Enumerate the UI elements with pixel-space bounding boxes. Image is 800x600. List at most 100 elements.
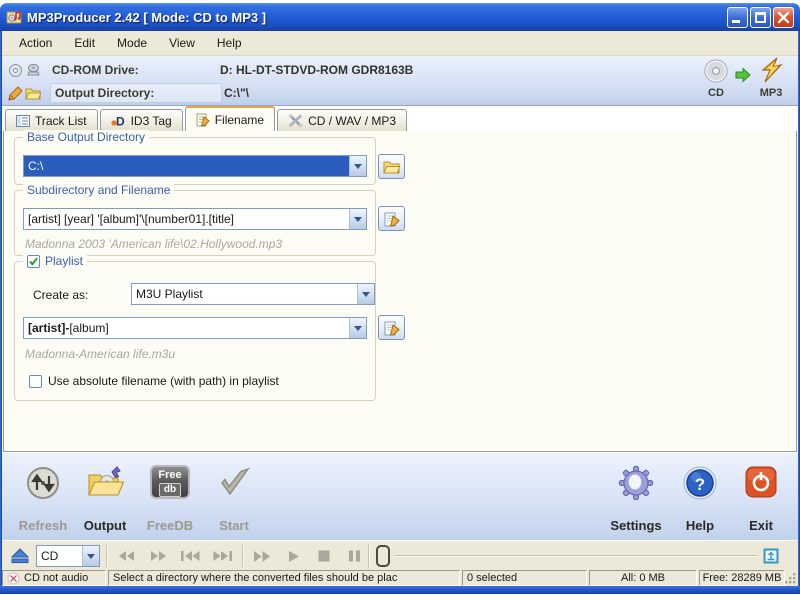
tab-id3-tag[interactable]: D ID3 Tag — [99, 109, 183, 131]
browse-folder-icon — [383, 161, 400, 173]
playlist-type-dropdown-button[interactable] — [357, 284, 374, 304]
playlist-type-value[interactable]: M3U Playlist — [132, 284, 357, 304]
separator — [106, 545, 108, 567]
playlist-name-dropdown-button[interactable] — [349, 318, 366, 338]
exit-label: Exit — [749, 518, 773, 533]
eject-button[interactable] — [6, 546, 34, 566]
app-window: MP3Producer 2.42 [ Mode: CD to MP3 ] Act… — [0, 0, 800, 594]
edit-pattern-icon — [384, 212, 400, 227]
playlist-name-value[interactable]: [artist]-[album] — [24, 318, 349, 338]
output-button[interactable]: Output — [73, 465, 137, 533]
playlist-checkbox[interactable] — [27, 254, 40, 268]
next-track-icon — [213, 551, 232, 561]
previous-track-button[interactable] — [176, 546, 204, 566]
subdirectory-pattern-value[interactable]: [artist] [year] '[album]'\[number01].[ti… — [24, 209, 349, 229]
exit-button[interactable]: Exit — [729, 465, 793, 533]
base-directory-dropdown-button[interactable] — [349, 156, 366, 176]
mode-source-label: CD — [708, 87, 724, 99]
play-icon — [289, 550, 299, 562]
refresh-label: Refresh — [18, 518, 68, 533]
tab-track-list[interactable]: Track List — [5, 109, 98, 131]
edit-pattern-button[interactable] — [378, 206, 405, 231]
play-button[interactable] — [280, 546, 308, 566]
skip-icon — [254, 550, 270, 562]
stop-icon — [318, 550, 330, 562]
tab-filename[interactable]: Filename — [184, 106, 276, 131]
help-icon: ? — [683, 466, 717, 500]
chevron-down-icon — [362, 291, 370, 297]
tab-cd-wav-mp3[interactable]: CD / WAV / MP3 — [277, 109, 408, 131]
player-bar: CD — [2, 540, 798, 570]
track-list-icon — [16, 114, 30, 127]
freedb-icon: Free db — [150, 465, 190, 499]
chevron-down-icon — [354, 325, 362, 331]
base-output-directory-group: Base Output Directory C:\ — [14, 130, 376, 185]
window-title: MP3Producer 2.42 [ Mode: CD to MP3 ] — [27, 9, 267, 25]
base-directory-value[interactable]: C:\ — [24, 156, 349, 176]
stop-button[interactable] — [310, 546, 338, 566]
maximize-button[interactable] — [750, 6, 771, 28]
drive-device-icon — [24, 63, 42, 77]
pause-icon — [348, 550, 360, 562]
close-button[interactable] — [773, 6, 794, 29]
id3-icon: D — [110, 115, 125, 128]
settings-gear-icon — [618, 465, 654, 501]
playlist-name-combobox[interactable]: [artist]-[album] — [23, 317, 367, 339]
menu-edit[interactable]: Edit — [63, 33, 106, 53]
menu-mode[interactable]: Mode — [106, 33, 158, 53]
position-slider-track[interactable] — [394, 555, 758, 557]
exit-power-icon — [745, 466, 777, 498]
settings-button[interactable]: Settings — [604, 465, 668, 533]
svg-text:D: D — [116, 115, 125, 128]
cdrom-drive-value: D: HL-DT-STDVD-ROM GDR8163B — [220, 63, 414, 77]
absolute-filename-checkbox[interactable] — [29, 374, 42, 388]
action-toolbar: Refresh Output Free db FreeDB Start Sett… — [2, 452, 798, 540]
refresh-icon — [27, 467, 59, 499]
freedb-button[interactable]: Free db FreeDB — [138, 465, 202, 533]
base-directory-combobox[interactable]: C:\ — [23, 155, 367, 177]
tab-track-list-label: Track List — [35, 113, 87, 128]
source-select-dropdown-button[interactable] — [82, 546, 99, 566]
menu-bar: Action Edit Mode View Help — [2, 31, 798, 56]
freedb-label: FreeDB — [146, 518, 194, 533]
mode-target: MP3 — [752, 56, 790, 99]
subdirectory-pattern-combobox[interactable]: [artist] [year] '[album]'\[number01].[ti… — [23, 208, 367, 230]
tab-id3-tag-label: ID3 Tag — [130, 113, 172, 128]
next-track-button[interactable] — [208, 546, 236, 566]
chevron-down-icon — [87, 553, 95, 559]
playlist-group: Playlist Create as: M3U Playlist [artist… — [14, 254, 376, 401]
tray-icon[interactable] — [762, 547, 780, 565]
playlist-legend: Playlist — [23, 254, 88, 268]
subdirectory-pattern-dropdown-button[interactable] — [349, 209, 366, 229]
menu-help[interactable]: Help — [206, 33, 253, 53]
window-border-bottom — [0, 586, 800, 594]
close-icon — [777, 11, 790, 29]
cdrom-drive-row: CD-ROM Drive: D: HL-DT-STDVD-ROM GDR8163… — [6, 59, 696, 81]
position-slider-thumb[interactable] — [376, 545, 390, 567]
skip-button[interactable] — [248, 546, 276, 566]
help-button[interactable]: ? Help — [668, 465, 732, 533]
rewind-icon — [118, 551, 134, 561]
menu-action[interactable]: Action — [8, 33, 63, 53]
start-button[interactable]: Start — [202, 465, 266, 533]
browse-folder-button[interactable] — [378, 154, 405, 179]
refresh-button[interactable]: Refresh — [11, 465, 75, 533]
playlist-type-combobox[interactable]: M3U Playlist — [131, 283, 375, 305]
svg-text:?: ? — [695, 475, 705, 494]
fast-forward-button[interactable] — [144, 546, 172, 566]
selected-count-panel: 0 selected — [462, 570, 587, 586]
selected-count-text: 0 selected — [467, 572, 518, 584]
source-select-value[interactable]: CD — [37, 546, 82, 566]
output-directory-labelbox[interactable]: Output Directory: — [50, 83, 222, 103]
pause-button[interactable] — [340, 546, 368, 566]
source-select[interactable]: CD — [36, 545, 100, 567]
subdirectory-filename-title: Subdirectory and Filename — [23, 183, 175, 197]
edit-playlist-name-button[interactable] — [378, 315, 405, 340]
eject-icon — [11, 548, 29, 564]
settings-label: Settings — [610, 518, 662, 533]
base-output-directory-title: Base Output Directory — [23, 130, 150, 144]
minimize-button[interactable] — [727, 6, 748, 28]
menu-view[interactable]: View — [158, 33, 206, 53]
title-bar[interactable]: MP3Producer 2.42 [ Mode: CD to MP3 ] — [0, 3, 800, 31]
rewind-button[interactable] — [112, 546, 140, 566]
